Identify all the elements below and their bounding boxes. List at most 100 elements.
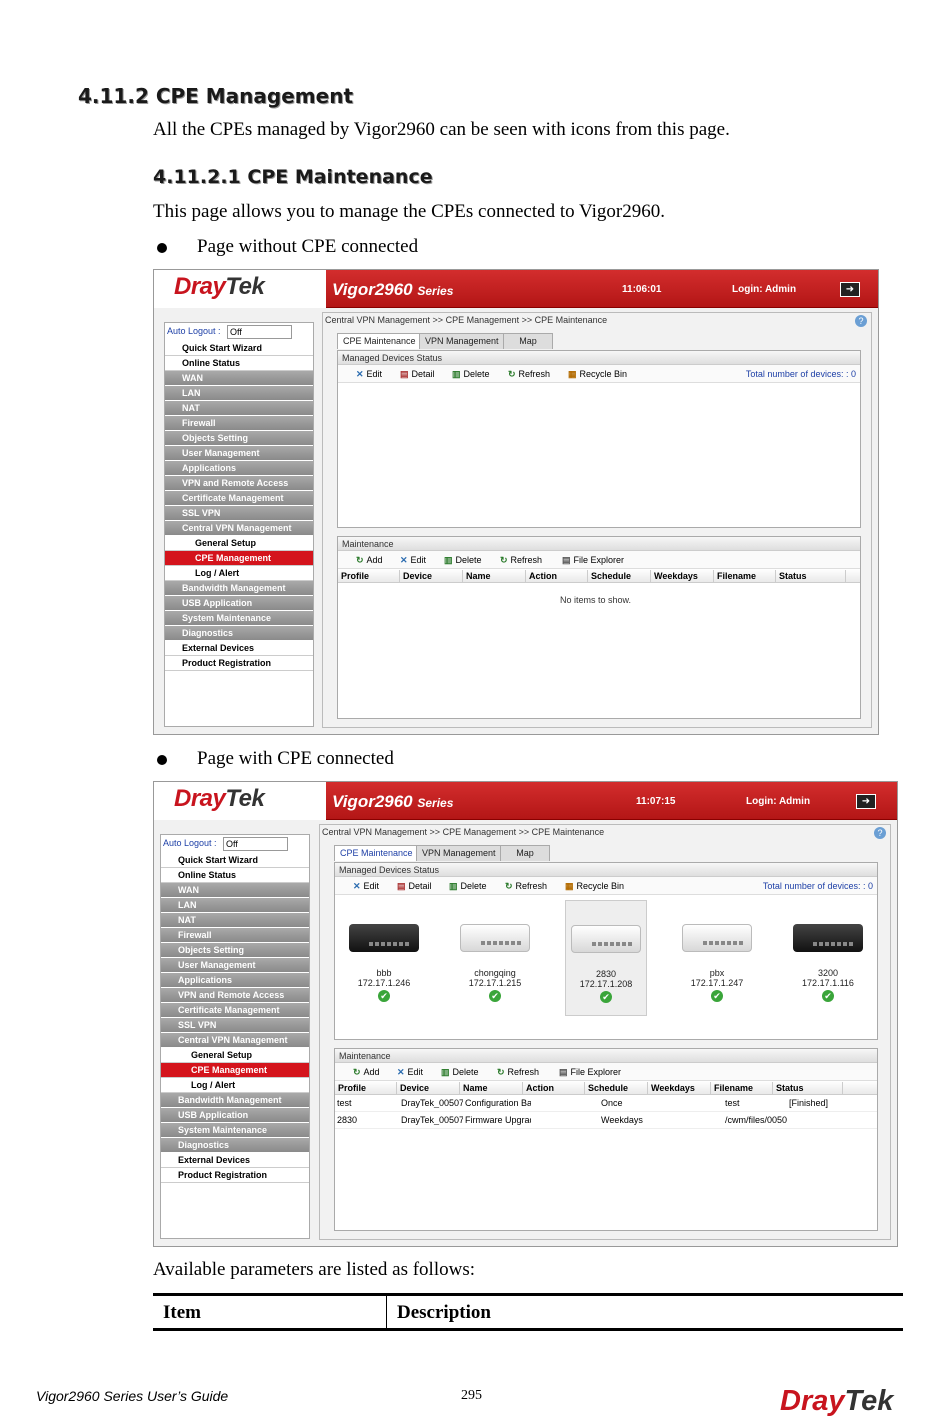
file-explorer-button[interactable]: ▤ File Explorer: [559, 1063, 621, 1081]
refresh-button[interactable]: ↻ Refresh: [508, 365, 550, 383]
device-card[interactable]: 3200 172.17.1.116 ✔: [787, 900, 869, 1016]
column-header-filename[interactable]: Filename: [711, 1082, 773, 1094]
device-card[interactable]: bbb 172.17.1.246 ✔: [343, 900, 425, 1016]
column-header-name[interactable]: Name: [460, 1082, 523, 1094]
menu-item-cpe-management[interactable]: CPE Management: [161, 1063, 309, 1078]
column-header-profile[interactable]: Profile: [338, 570, 400, 582]
delete-button[interactable]: ▥ Delete: [452, 365, 490, 383]
column-header-action[interactable]: Action: [523, 1082, 585, 1094]
edit-button[interactable]: ✕ Edit: [397, 1063, 423, 1081]
column-header-action[interactable]: Action: [526, 570, 588, 582]
menu-item-diagnostics[interactable]: Diagnostics: [161, 1138, 309, 1153]
column-header-schedule[interactable]: Schedule: [588, 570, 651, 582]
column-header-weekdays[interactable]: Weekdays: [648, 1082, 711, 1094]
help-icon[interactable]: ?: [855, 315, 867, 327]
menu-item-usb-application[interactable]: USB Application: [161, 1108, 309, 1123]
menu-item-nat[interactable]: NAT: [165, 401, 313, 416]
tab-map[interactable]: Map: [500, 845, 550, 861]
tab-cpe-maintenance[interactable]: CPE Maintenance: [337, 333, 422, 349]
column-header-schedule[interactable]: Schedule: [585, 1082, 648, 1094]
menu-item-vpn-and-remote-access[interactable]: VPN and Remote Access: [165, 476, 313, 491]
refresh-button[interactable]: ↻ Refresh: [505, 877, 547, 895]
menu-item-quick-start-wizard[interactable]: Quick Start Wizard: [165, 341, 313, 356]
recycle-bin-button[interactable]: ▦ Recycle Bin: [565, 877, 624, 895]
menu-item-firewall[interactable]: Firewall: [165, 416, 313, 431]
menu-item-objects-setting[interactable]: Objects Setting: [165, 431, 313, 446]
delete-button[interactable]: ▥ Delete: [444, 551, 482, 569]
delete-button[interactable]: ▥ Delete: [441, 1063, 479, 1081]
menu-item-ssl-vpn[interactable]: SSL VPN: [161, 1018, 309, 1033]
menu-item-lan[interactable]: LAN: [161, 898, 309, 913]
add-button[interactable]: ↻ Add: [356, 551, 383, 569]
menu-item-objects-setting[interactable]: Objects Setting: [161, 943, 309, 958]
detail-button[interactable]: ▤ Detail: [400, 365, 435, 383]
column-header-profile[interactable]: Profile: [335, 1082, 397, 1094]
menu-item-lan[interactable]: LAN: [165, 386, 313, 401]
menu-item-product-registration[interactable]: Product Registration: [161, 1168, 309, 1183]
column-header-name[interactable]: Name: [463, 570, 526, 582]
menu-item-online-status[interactable]: Online Status: [161, 868, 309, 883]
column-header-device[interactable]: Device: [397, 1082, 460, 1094]
menu-item-vpn-and-remote-access[interactable]: VPN and Remote Access: [161, 988, 309, 1003]
auto-logout-select[interactable]: Off: [223, 837, 288, 851]
menu-item-central-vpn-management[interactable]: Central VPN Management: [165, 521, 313, 536]
file-explorer-button[interactable]: ▤ File Explorer: [562, 551, 624, 569]
tab-map[interactable]: Map: [503, 333, 553, 349]
menu-item-usb-application[interactable]: USB Application: [165, 596, 313, 611]
menu-item-bandwidth-management[interactable]: Bandwidth Management: [165, 581, 313, 596]
menu-item-bandwidth-management[interactable]: Bandwidth Management: [161, 1093, 309, 1108]
menu-item-log-alert[interactable]: Log / Alert: [165, 566, 313, 581]
menu-item-certificate-management[interactable]: Certificate Management: [161, 1003, 309, 1018]
menu-item-user-management[interactable]: User Management: [161, 958, 309, 973]
menu-item-cpe-management[interactable]: CPE Management: [165, 551, 313, 566]
add-button[interactable]: ↻ Add: [353, 1063, 380, 1081]
edit-button[interactable]: ✕ Edit: [353, 877, 379, 895]
menu-item-user-management[interactable]: User Management: [165, 446, 313, 461]
logout-icon[interactable]: ➜: [840, 282, 860, 297]
menu-item-wan[interactable]: WAN: [165, 371, 313, 386]
menu-item-general-setup[interactable]: General Setup: [165, 536, 313, 551]
menu-item-firewall[interactable]: Firewall: [161, 928, 309, 943]
table-row[interactable]: test DrayTek_00507F_Configuration Bac Once…: [335, 1095, 877, 1112]
table-row[interactable]: 2830 DrayTek_00507F_Firmware Upgrad Weekda…: [335, 1112, 877, 1129]
refresh-button[interactable]: ↻ Refresh: [500, 551, 542, 569]
menu-item-diagnostics[interactable]: Diagnostics: [165, 626, 313, 641]
logout-icon[interactable]: ➜: [856, 794, 876, 809]
menu-item-wan[interactable]: WAN: [161, 883, 309, 898]
tab-vpn-management[interactable]: VPN Management: [419, 333, 505, 349]
menu-item-log-alert[interactable]: Log / Alert: [161, 1078, 309, 1093]
refresh-button[interactable]: ↻ Refresh: [497, 1063, 539, 1081]
menu-item-external-devices[interactable]: External Devices: [165, 641, 313, 656]
device-card[interactable]: chongqing 172.17.1.215 ✔: [454, 900, 536, 1016]
edit-button[interactable]: ✕ Edit: [400, 551, 426, 569]
menu-item-system-maintenance[interactable]: System Maintenance: [165, 611, 313, 626]
menu-item-system-maintenance[interactable]: System Maintenance: [161, 1123, 309, 1138]
column-header-status[interactable]: Status: [776, 570, 846, 582]
menu-item-nat[interactable]: NAT: [161, 913, 309, 928]
menu-item-applications[interactable]: Applications: [161, 973, 309, 988]
menu-item-applications[interactable]: Applications: [165, 461, 313, 476]
menu-item-external-devices[interactable]: External Devices: [161, 1153, 309, 1168]
device-card[interactable]: 2830 172.17.1.208 ✔: [565, 900, 647, 1016]
status-ok-icon: ✔: [711, 990, 723, 1002]
help-icon[interactable]: ?: [874, 827, 886, 839]
detail-button[interactable]: ▤ Detail: [397, 877, 432, 895]
recycle-bin-button[interactable]: ▦ Recycle Bin: [568, 365, 627, 383]
tab-vpn-management[interactable]: VPN Management: [416, 845, 502, 861]
menu-item-central-vpn-management[interactable]: Central VPN Management: [161, 1033, 309, 1048]
menu-item-general-setup[interactable]: General Setup: [161, 1048, 309, 1063]
menu-item-quick-start-wizard[interactable]: Quick Start Wizard: [161, 853, 309, 868]
menu-item-product-registration[interactable]: Product Registration: [165, 656, 313, 671]
column-header-filename[interactable]: Filename: [714, 570, 776, 582]
auto-logout-select[interactable]: Off: [227, 325, 292, 339]
tab-cpe-maintenance[interactable]: CPE Maintenance: [334, 845, 419, 861]
column-header-weekdays[interactable]: Weekdays: [651, 570, 714, 582]
delete-button[interactable]: ▥ Delete: [449, 877, 487, 895]
device-card[interactable]: pbx 172.17.1.247 ✔: [676, 900, 758, 1016]
menu-item-certificate-management[interactable]: Certificate Management: [165, 491, 313, 506]
column-header-device[interactable]: Device: [400, 570, 463, 582]
menu-item-ssl-vpn[interactable]: SSL VPN: [165, 506, 313, 521]
menu-item-online-status[interactable]: Online Status: [165, 356, 313, 371]
column-header-status[interactable]: Status: [773, 1082, 843, 1094]
edit-button[interactable]: ✕ Edit: [356, 365, 382, 383]
